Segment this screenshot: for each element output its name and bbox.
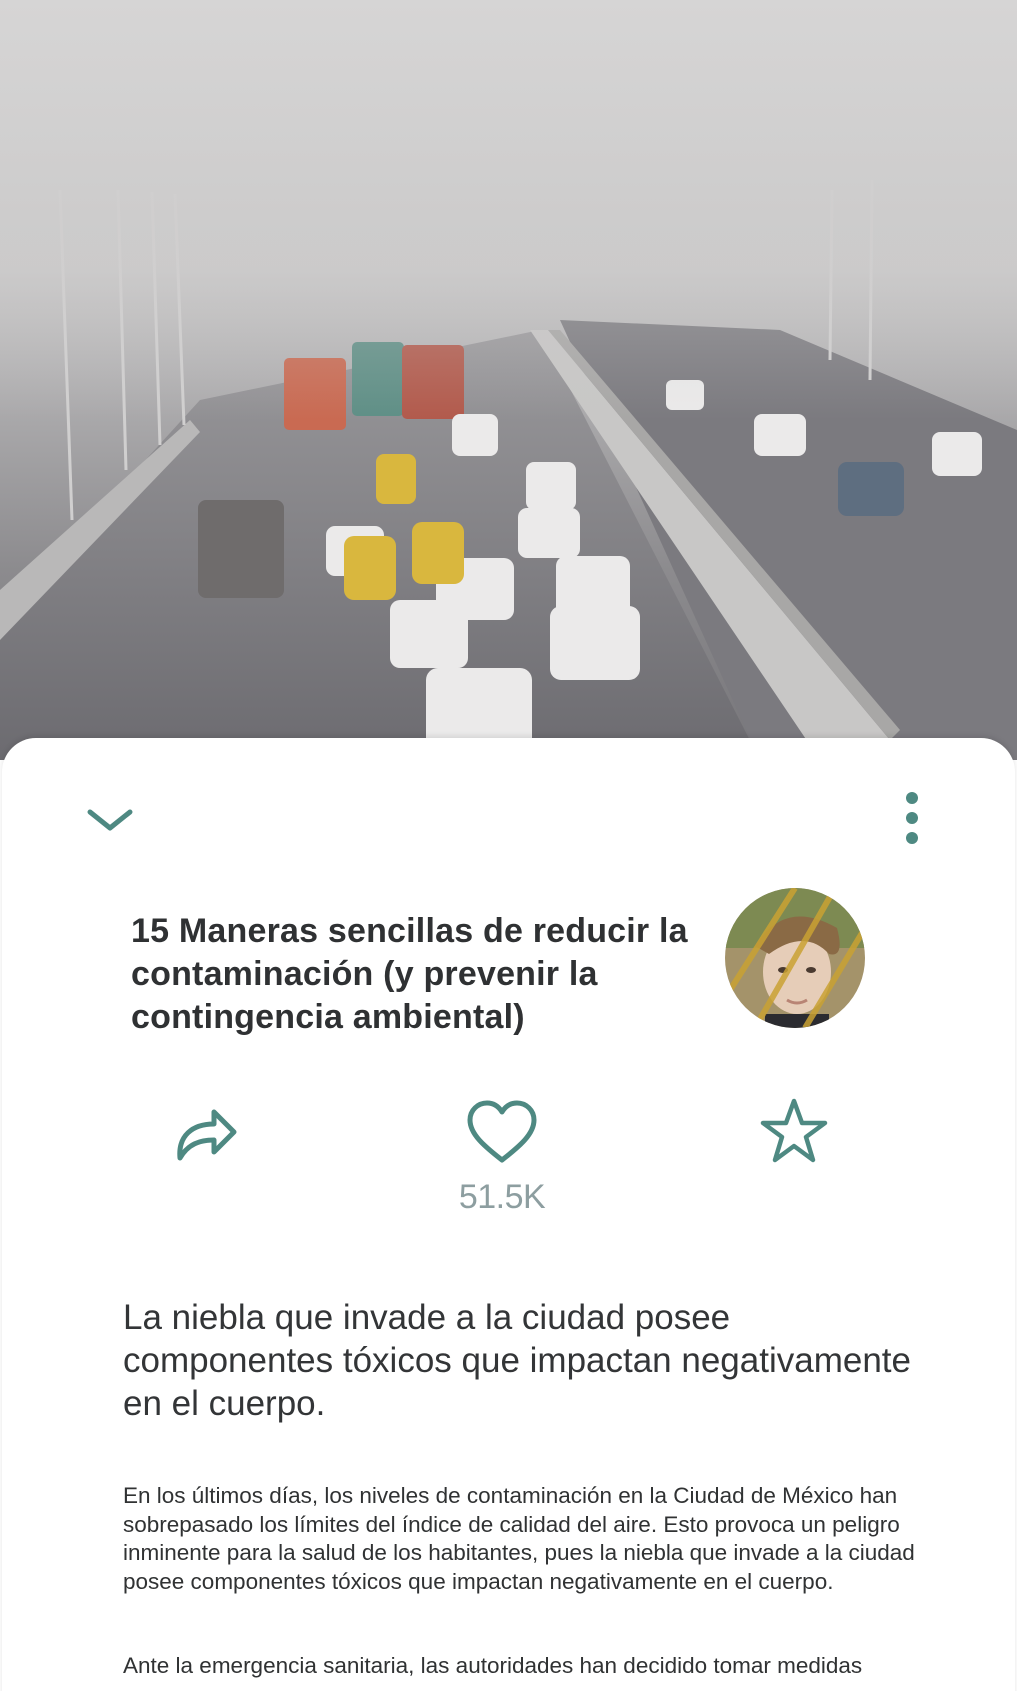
- likes-count: 51.5K: [458, 1178, 546, 1216]
- article-title: 15 Maneras sencillas de reducir la conta…: [131, 912, 688, 1036]
- share-button[interactable]: [170, 1100, 242, 1168]
- like-button[interactable]: [464, 1098, 540, 1166]
- author-avatar[interactable]: [725, 888, 865, 1028]
- hero-image: [0, 0, 1017, 760]
- favorite-button[interactable]: [758, 1096, 830, 1166]
- star-icon: [760, 1098, 828, 1163]
- article-screen: 15 Maneras sencillas de reducir la conta…: [0, 0, 1017, 1691]
- body-paragraph: Ante la emergencia sanitaria, las autori…: [123, 1653, 863, 1678]
- body-paragraph: En los últimos días, los niveles de cont…: [123, 1483, 915, 1594]
- more-vertical-icon: [906, 792, 918, 844]
- collapse-button[interactable]: [78, 790, 142, 854]
- article-subtitle: La niebla que invade a la ciudad posee c…: [123, 1298, 911, 1423]
- avatar: [725, 888, 865, 1028]
- article-sheet: 15 Maneras sencillas de reducir la conta…: [2, 738, 1015, 1691]
- more-options-button[interactable]: [892, 788, 932, 848]
- share-icon: [177, 1109, 237, 1161]
- chevron-down-icon: [87, 809, 133, 831]
- heart-icon: [467, 1100, 537, 1163]
- hero-illustration: [0, 0, 1017, 760]
